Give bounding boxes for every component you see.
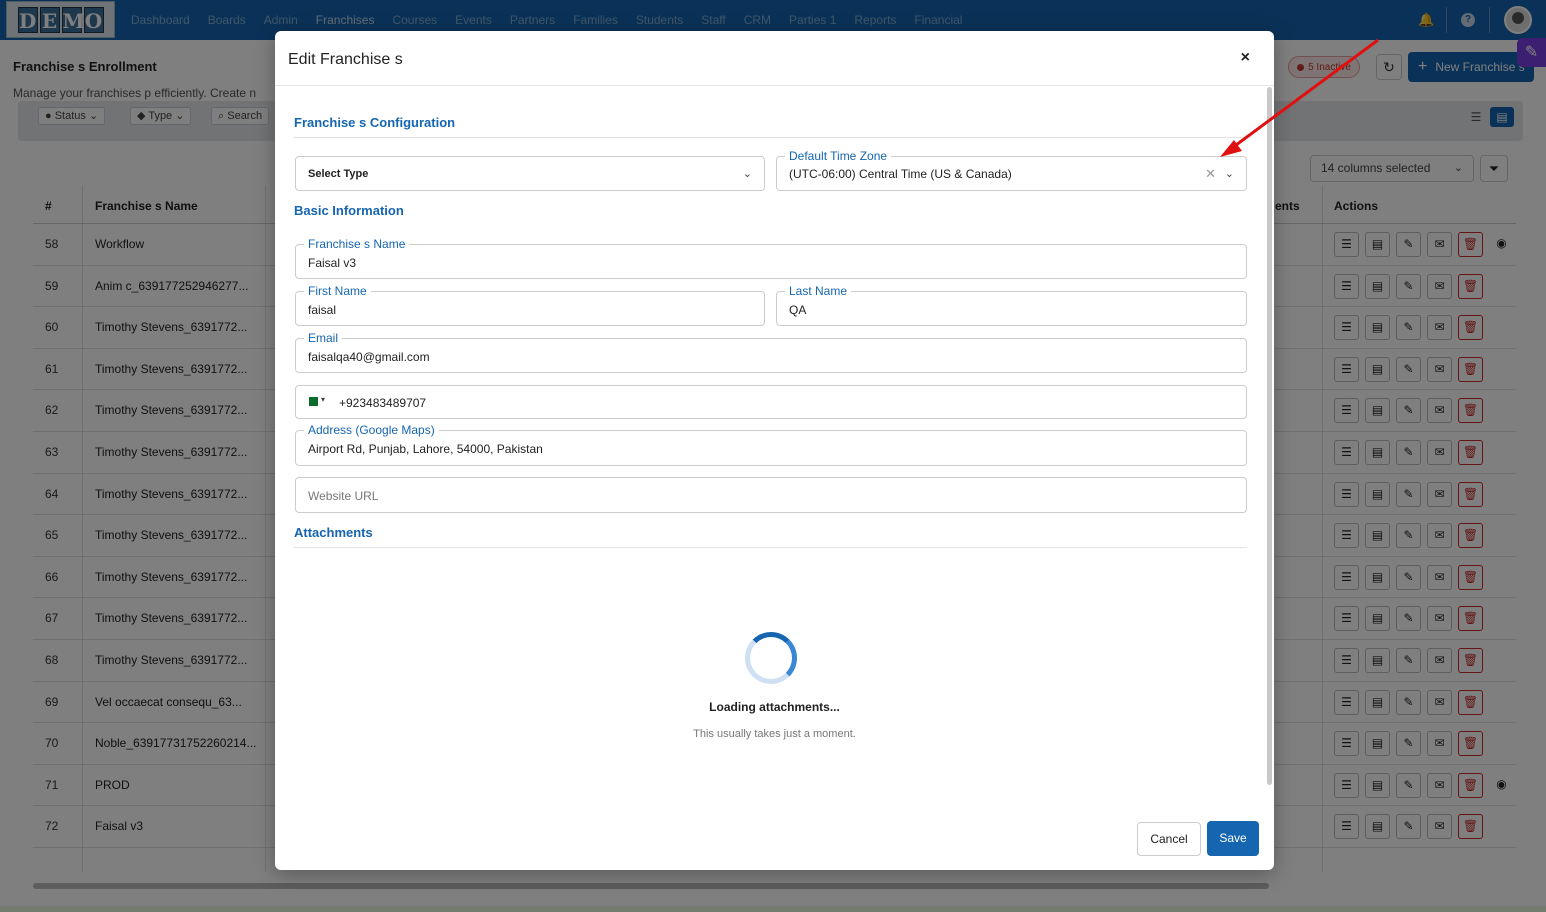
timezone-value: (UTC-06:00) Central Time (US & Canada) xyxy=(789,167,1012,181)
modal-scrollbar[interactable] xyxy=(1267,87,1272,785)
loading-title: Loading attachments... xyxy=(709,700,840,714)
franchise-name-field[interactable]: Franchise s Name Faisal v3 xyxy=(295,237,1247,279)
last-name-field[interactable]: Last Name QA xyxy=(776,284,1247,326)
website-url-placeholder: Website URL xyxy=(308,489,379,503)
phone-field[interactable]: ▾ +923483489707 xyxy=(295,385,1247,419)
section-divider xyxy=(294,547,1247,548)
phone-value: +923483489707 xyxy=(339,396,427,410)
modal-title: Edit Franchise s xyxy=(288,51,403,68)
close-icon[interactable]: × xyxy=(1241,49,1250,67)
address-label: Address (Google Maps) xyxy=(304,423,439,437)
address-field[interactable]: Address (Google Maps) Airport Rd, Punjab… xyxy=(295,423,1247,466)
loading-spinner-icon xyxy=(745,632,797,684)
last-name-value: QA xyxy=(789,303,807,317)
address-value: Airport Rd, Punjab, Lahore, 54000, Pakis… xyxy=(308,442,543,456)
cancel-button[interactable]: Cancel xyxy=(1137,822,1201,856)
caret-down-icon[interactable]: ▾ xyxy=(321,395,325,404)
email-value: faisalqa40@gmail.com xyxy=(308,350,430,364)
first-name-value: faisal xyxy=(308,303,337,317)
timezone-label: Default Time Zone xyxy=(785,149,892,163)
timezone-select[interactable]: Default Time Zone (UTC-06:00) Central Ti… xyxy=(776,149,1247,191)
select-type-dropdown[interactable]: Select Type ⌄ xyxy=(295,156,765,191)
section-attachments-title: Attachments xyxy=(294,525,373,540)
section-basic-title: Basic Information xyxy=(294,203,404,218)
section-config-title: Franchise s Configuration xyxy=(294,115,456,130)
save-button[interactable]: Save xyxy=(1207,821,1259,856)
modal-header: Edit Franchise s × xyxy=(275,31,1274,86)
first-name-field[interactable]: First Name faisal xyxy=(295,284,765,326)
email-label: Email xyxy=(304,331,343,345)
clear-icon[interactable]: ✕ xyxy=(1205,166,1216,182)
website-url-field[interactable]: Website URL xyxy=(295,477,1247,513)
email-field[interactable]: Email faisalqa40@gmail.com xyxy=(295,331,1247,373)
first-name-label: First Name xyxy=(304,284,371,298)
last-name-label: Last Name xyxy=(785,284,852,298)
edit-franchise-modal: Edit Franchise s × Franchise s Configura… xyxy=(275,31,1274,870)
franchise-name-label: Franchise s Name xyxy=(304,237,410,251)
select-type-label: Select Type xyxy=(308,168,369,180)
chevron-down-icon[interactable]: ⌄ xyxy=(1225,167,1234,180)
pakistan-flag-icon[interactable] xyxy=(306,397,318,406)
franchise-name-value: Faisal v3 xyxy=(308,256,357,270)
section-divider xyxy=(294,137,1247,138)
chevron-down-icon: ⌄ xyxy=(742,168,752,180)
loading-subtitle: This usually takes just a moment. xyxy=(693,728,856,740)
